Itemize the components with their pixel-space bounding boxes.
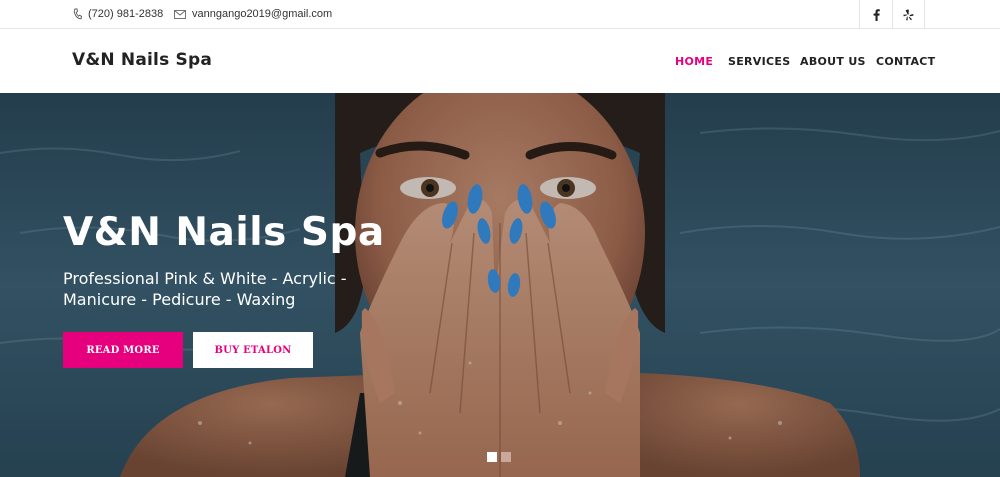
phone-contact[interactable]: (720) 981-2838 [73,0,163,28]
nav-about-us[interactable]: ABOUT US [800,55,866,68]
yelp-icon [903,9,914,20]
hero-title: V&N Nails Spa [63,210,385,255]
site-logo[interactable]: V&N Nails Spa [72,50,212,70]
hero-slider: V&N Nails Spa Professional Pink & White … [0,93,1000,477]
nav-services[interactable]: SERVICES [728,55,790,68]
buy-etalon-button[interactable]: BUY ETALON [193,332,313,368]
facebook-icon [873,8,880,21]
site-header: V&N Nails Spa HOME SERVICES ABOUT US CON… [0,29,1000,93]
mail-icon [174,9,186,19]
facebook-link[interactable] [859,0,892,29]
nav-home[interactable]: HOME [675,55,713,68]
top-bar: (720) 981-2838 vanngango2019@gmail.com [0,0,1000,29]
phone-icon [73,8,82,20]
slide-dot-1[interactable] [487,452,497,462]
hero-subtitle: Professional Pink & White - Acrylic - Ma… [63,269,347,309]
email-contact[interactable]: vanngango2019@gmail.com [174,0,332,28]
slide-dot-2[interactable] [501,452,511,462]
phone-number: (720) 981-2838 [88,8,164,20]
email-address: vanngango2019@gmail.com [192,8,333,20]
yelp-link[interactable] [892,0,925,29]
read-more-button[interactable]: READ MORE [63,332,183,368]
nav-contact[interactable]: CONTACT [876,55,935,68]
